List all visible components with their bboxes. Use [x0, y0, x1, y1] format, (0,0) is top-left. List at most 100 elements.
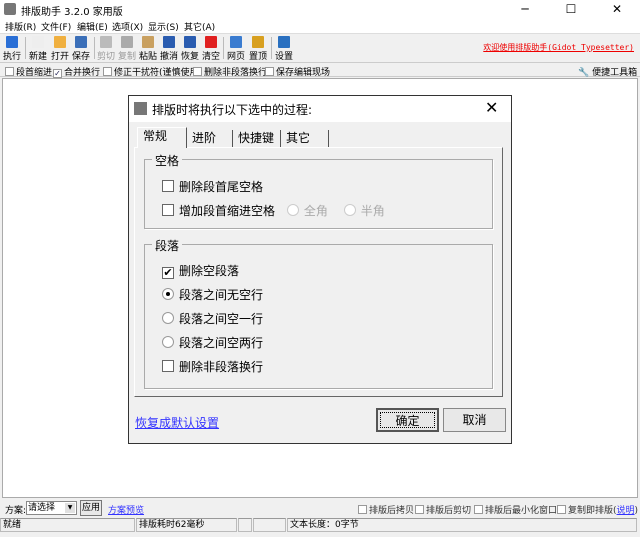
status-ready: 就绪	[0, 518, 135, 532]
status-length: 文本长度：0字节	[287, 518, 637, 532]
toolbar-label: 清空	[201, 52, 220, 62]
separator	[223, 37, 224, 59]
cancel-button[interactable]: 取消	[443, 408, 506, 432]
app-icon	[134, 102, 147, 115]
status-time: 排版耗时62毫秒	[136, 518, 237, 532]
minimize-after-checkbox[interactable]: 排版后最小化窗口	[474, 503, 557, 516]
app-icon	[4, 3, 16, 15]
open-folder-icon	[54, 36, 66, 48]
one-blank-radio[interactable]: 段落之间空一行	[162, 310, 263, 327]
tab-other[interactable]: 其它	[281, 130, 329, 148]
tab-general[interactable]: 常规	[137, 127, 187, 148]
cut-after-checkbox[interactable]: 排版后剪切	[415, 503, 471, 516]
option-label: 删除非段落换行	[204, 68, 268, 78]
welcome-link[interactable]: 欢迎使用排版助手(Gidot Typesetter)	[483, 42, 634, 53]
restore-defaults-link[interactable]: 恢复成默认设置	[135, 414, 219, 431]
remove-empty-checkbox[interactable]: ✔ 删除空段落	[162, 262, 239, 279]
checkbox-icon	[193, 67, 202, 76]
separator	[271, 37, 272, 59]
toolbar-label: 置顶	[248, 52, 267, 62]
two-blank-radio[interactable]: 段落之间空两行	[162, 334, 263, 351]
option-checkbox[interactable]: 保存编辑现场	[265, 65, 330, 78]
apply-button[interactable]: 应用	[80, 500, 102, 516]
maximize-button[interactable]: ☐	[548, 0, 594, 19]
tab-shortcuts[interactable]: 快捷键	[233, 130, 281, 148]
clear-button[interactable]: 清空	[200, 36, 222, 62]
web-icon	[230, 36, 242, 48]
option-checkbox[interactable]: 删除非段落换行	[193, 65, 267, 78]
copy-after-checkbox[interactable]: 排版后拷贝	[358, 503, 414, 516]
add-indent-checkbox[interactable]: 增加段首缩进空格 全角 半角	[162, 202, 385, 219]
help-link[interactable]: 说明	[617, 506, 635, 516]
options-bar: 🔧 便捷工具箱 段首缩进 ✓ 合并换行 修正干扰符(谨慎使用) 删除非段落换行 保存编辑现…	[0, 62, 640, 78]
trim-spaces-checkbox[interactable]: 删除段首尾空格	[162, 178, 263, 195]
menu-typeset[interactable]: 排版(R)	[5, 20, 36, 33]
new-file-button[interactable]: 新建	[27, 36, 49, 62]
option-label: 保存编辑现场	[276, 68, 331, 78]
toolbar-label: 新建	[28, 52, 47, 62]
tab-advanced[interactable]: 进阶	[187, 130, 233, 148]
toolbar-label: 保存	[71, 52, 90, 62]
status-bar: 就绪 排版耗时62毫秒 文本长度：0字节	[0, 517, 640, 533]
bottom-bar: 方案: 请选择 ▼ 应用 方案预览 排版后拷贝 排版后剪切 排版后最小化窗口 复制…	[0, 499, 640, 517]
toolbox-button[interactable]: 🔧 便捷工具箱	[578, 65, 637, 78]
clear-icon	[205, 36, 217, 48]
save-icon	[75, 36, 87, 48]
scheme-label: 方案:	[5, 506, 27, 516]
settings-icon	[278, 36, 290, 48]
remove-nonpara-checkbox[interactable]: 删除非段落换行	[162, 358, 263, 375]
checkbox-icon: ✓	[53, 69, 62, 78]
cut-button[interactable]: 剪切	[95, 36, 117, 62]
redo-icon	[184, 36, 196, 48]
menu-options[interactable]: 选项(X)	[112, 20, 143, 33]
copy-typeset-checkbox[interactable]: 复制即排版(说明)	[557, 503, 638, 516]
close-button[interactable]: ✕	[594, 0, 640, 19]
redo-button[interactable]: 恢复	[179, 36, 201, 62]
dialog-title: 排版时将执行以下选中的过程:	[152, 103, 313, 117]
ok-button[interactable]: 确定	[376, 408, 439, 432]
half-width-radio[interactable]: 半角	[343, 204, 385, 218]
scheme-select[interactable]: 请选择 ▼	[26, 501, 77, 515]
scheme-preview-link[interactable]: 方案预览	[108, 503, 144, 516]
status-empty	[238, 518, 252, 532]
pin-button[interactable]: 置顶	[247, 36, 269, 62]
play-button[interactable]: 执行	[1, 36, 23, 62]
checkbox-icon	[103, 67, 112, 76]
window-title: 排版助手 3.2.0 家用版	[21, 7, 123, 18]
toolbar-label: 打开	[50, 52, 69, 62]
group-paragraph: 段落 ✔ 删除空段落 段落之间无空行 段落之间空一行 段落之间空两行 删除非段落换…	[144, 237, 493, 389]
menu-view[interactable]: 显示(S)	[148, 20, 179, 33]
menu-file[interactable]: 文件(F)	[41, 20, 71, 33]
paste-button[interactable]: 粘贴	[137, 36, 159, 62]
status-empty	[253, 518, 286, 532]
undo-icon	[163, 36, 175, 48]
dialog-close-button[interactable]: ✕	[485, 98, 498, 117]
play-icon	[6, 36, 18, 48]
full-width-radio[interactable]: 全角	[286, 204, 328, 218]
open-folder-button[interactable]: 打开	[49, 36, 71, 62]
menu-other[interactable]: 其它(A)	[184, 20, 215, 33]
no-blank-radio[interactable]: 段落之间无空行	[162, 286, 263, 303]
copy-button[interactable]: 复制	[116, 36, 138, 62]
option-checkbox[interactable]: 段首缩进	[5, 65, 52, 78]
menu-edit[interactable]: 编辑(E)	[77, 20, 108, 33]
option-checkbox[interactable]: ✓ 合并换行	[53, 65, 100, 78]
web-button[interactable]: 网页	[225, 36, 247, 62]
settings-button[interactable]: 设置	[273, 36, 295, 62]
group-label: 空格	[152, 152, 183, 169]
option-label: 修正干扰符(谨慎使用)	[114, 68, 203, 78]
toolbar-label: 复制	[117, 52, 136, 62]
tab-panel: 空格 删除段首尾空格 增加段首缩进空格 全角 半角 段落 ✔ 删除空段落 段落之间…	[134, 147, 503, 397]
option-checkbox[interactable]: 修正干扰符(谨慎使用)	[103, 65, 202, 78]
new-file-icon	[32, 36, 44, 48]
separator	[25, 37, 26, 59]
undo-button[interactable]: 撤消	[158, 36, 180, 62]
copy-icon	[121, 36, 133, 48]
chevron-down-icon: ▼	[65, 503, 75, 513]
save-button[interactable]: 保存	[70, 36, 92, 62]
checkbox-icon	[265, 67, 274, 76]
toolbar-label: 执行	[2, 52, 21, 62]
dialog-title-bar: 排版时将执行以下选中的过程: ✕	[129, 96, 511, 122]
minimize-button[interactable]: ─	[502, 0, 548, 19]
cut-icon	[100, 36, 112, 48]
